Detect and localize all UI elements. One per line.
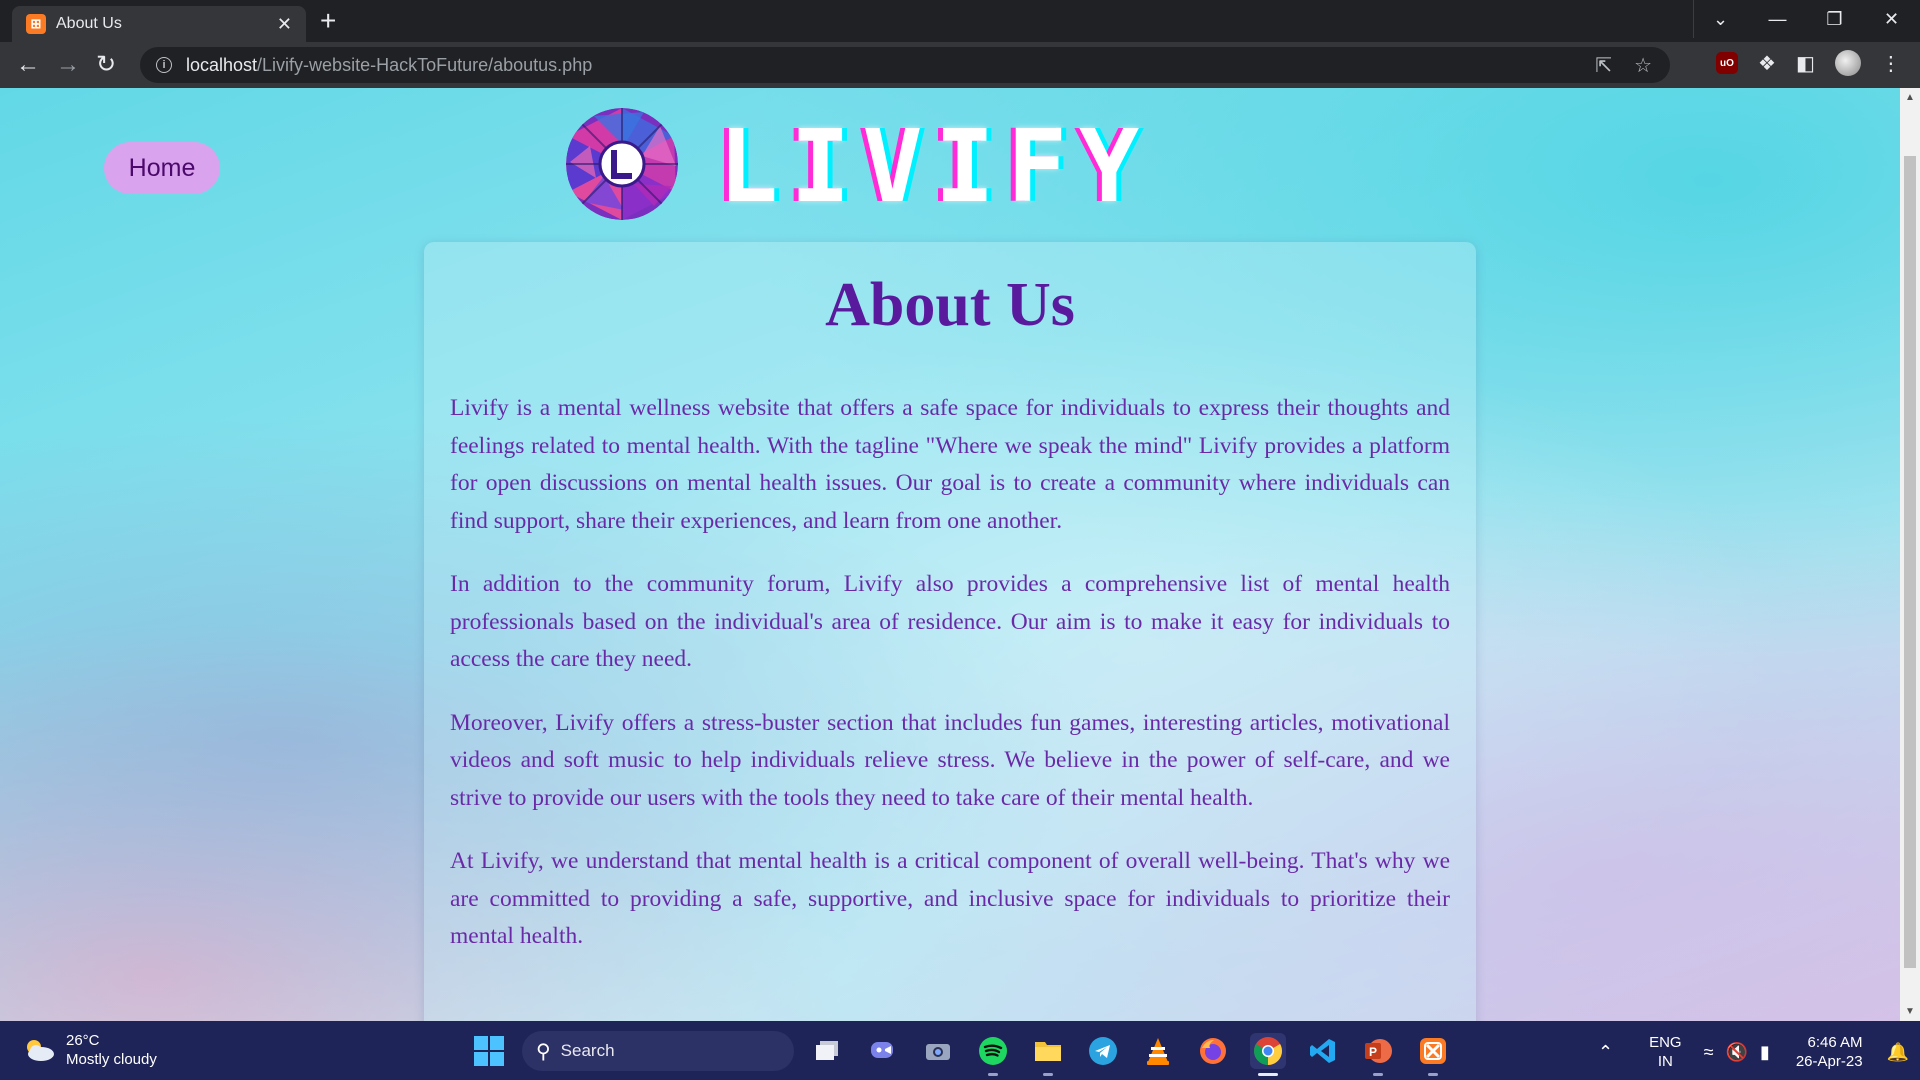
tab-title: About Us <box>56 15 122 32</box>
browser-tab-strip: ⊞ About Us ✕ + ⌄ — ❐ ✕ <box>0 0 1920 42</box>
address-toolbar: ← → ↻ i localhost/Livify-website-HackToF… <box>0 42 1920 88</box>
browser-tab[interactable]: ⊞ About Us ✕ <box>12 6 306 42</box>
ublock-icon[interactable]: uO <box>1716 52 1738 74</box>
url-path: /Livify-website-HackToFuture/aboutus.php <box>257 54 593 75</box>
about-card: About Us Livify is a mental wellness web… <box>424 242 1476 1021</box>
back-icon[interactable]: ← <box>16 51 40 79</box>
about-paragraph: At Livify, we understand that mental hea… <box>450 848 1450 949</box>
bookmark-star-icon[interactable]: ☆ <box>1634 53 1652 78</box>
url-host: localhost <box>186 54 258 75</box>
about-paragraph: Moreover, Livify offers a stress-buster … <box>450 709 1450 811</box>
profile-avatar[interactable] <box>1834 50 1861 76</box>
chrome-icon[interactable] <box>1250 1033 1286 1076</box>
weather-desc: Mostly cloudy <box>66 1051 157 1068</box>
svg-text:P: P <box>1369 1045 1377 1059</box>
vscode-icon[interactable] <box>1305 1033 1341 1069</box>
close-tab-icon[interactable]: ✕ <box>277 14 292 35</box>
chevron-up-icon[interactable]: ⌃ <box>1598 1042 1613 1063</box>
xampp-icon[interactable] <box>1415 1033 1451 1076</box>
teams-icon[interactable] <box>865 1033 901 1069</box>
page-title: About Us <box>825 271 1075 339</box>
search-icon: ⚲ <box>536 1040 551 1063</box>
about-paragraph: In addition to the community forum, Livi… <box>450 571 1450 672</box>
search-label: Search <box>560 1041 615 1060</box>
firefox-icon[interactable] <box>1195 1033 1231 1069</box>
windows-start-icon[interactable] <box>474 1036 504 1066</box>
page-scrollbar[interactable]: ▲ ▼ <box>1900 88 1920 1021</box>
camera-icon[interactable] <box>920 1033 956 1069</box>
livify-logo-emblem-icon <box>566 108 678 220</box>
extensions-area: uO ❖ ◧ ⋮ <box>1716 50 1901 76</box>
close-window-icon[interactable]: ✕ <box>1863 0 1920 38</box>
menu-kebab-icon[interactable]: ⋮ <box>1881 51 1901 76</box>
file-explorer-icon[interactable] <box>1030 1033 1066 1076</box>
extensions-puzzle-icon[interactable]: ❖ <box>1758 51 1776 76</box>
page-viewport: Home LIVIFY About Us Livify is a mental … <box>0 88 1900 1021</box>
about-paragraphs: Livify is a mental wellness website that… <box>450 390 1450 982</box>
minimize-icon[interactable]: — <box>1749 0 1806 38</box>
site-info-icon[interactable]: i <box>156 57 172 73</box>
xampp-icon: ⊞ <box>26 14 46 34</box>
language-indicator[interactable]: ENG IN <box>1649 1033 1682 1071</box>
livify-wordmark: LIVIFY <box>718 107 1152 225</box>
powerpoint-icon[interactable]: P <box>1360 1033 1396 1076</box>
tab-search-icon[interactable]: ⌄ <box>1692 0 1749 38</box>
share-icon[interactable]: ⇱ <box>1595 53 1612 78</box>
battery-icon[interactable]: ▮ <box>1760 1042 1770 1063</box>
clock-time: 6:46 AM <box>1807 1034 1863 1051</box>
lang-primary: ENG <box>1649 1034 1682 1051</box>
taskbar-search[interactable]: ⚲ Search <box>522 1031 794 1071</box>
telegram-icon[interactable] <box>1085 1033 1121 1069</box>
lang-region: IN <box>1657 1053 1673 1070</box>
address-bar[interactable]: i localhost/Livify-website-HackToFuture/… <box>140 47 1670 83</box>
windows-taskbar: 26°C Mostly cloudy ⚲ Search P ⌃ ENG IN ≈… <box>0 1021 1920 1080</box>
clock-date: 26-Apr-23 <box>1795 1053 1863 1070</box>
new-tab-button[interactable]: + <box>320 6 336 36</box>
system-tray: ⌃ ENG IN ≈ 🔇 ▮ 6:46 AM 26-Apr-23 🔔 <box>1598 1033 1909 1071</box>
vlc-icon[interactable] <box>1140 1033 1176 1069</box>
scroll-up-icon[interactable]: ▲ <box>1905 92 1915 103</box>
clock[interactable]: 6:46 AM 26-Apr-23 <box>1796 1033 1863 1071</box>
weather-widget[interactable]: 26°C Mostly cloudy <box>22 1031 157 1069</box>
task-view-icon[interactable] <box>810 1033 846 1069</box>
cloud-icon <box>27 1040 54 1061</box>
speaker-muted-icon[interactable]: 🔇 <box>1726 1042 1748 1063</box>
scrollbar-thumb[interactable] <box>1904 156 1916 968</box>
spotify-icon[interactable] <box>975 1033 1011 1076</box>
window-controls: ⌄ — ❐ ✕ <box>1692 0 1920 38</box>
weather-temp: 26°C <box>66 1032 100 1049</box>
notification-bell-icon[interactable]: 🔔 <box>1887 1042 1909 1063</box>
pinned-apps: P <box>810 1033 1451 1076</box>
reload-icon[interactable]: ↻ <box>96 51 116 79</box>
scroll-down-icon[interactable]: ▼ <box>1905 1006 1915 1017</box>
url-text[interactable]: localhost/Livify-website-HackToFuture/ab… <box>186 55 592 76</box>
home-button[interactable]: Home <box>104 142 220 194</box>
forward-icon[interactable]: → <box>56 51 80 79</box>
wifi-icon[interactable]: ≈ <box>1704 1042 1714 1063</box>
about-paragraph: Livify is a mental wellness website that… <box>450 395 1450 534</box>
side-panel-icon[interactable]: ◧ <box>1796 51 1815 76</box>
restore-icon[interactable]: ❐ <box>1806 0 1863 38</box>
